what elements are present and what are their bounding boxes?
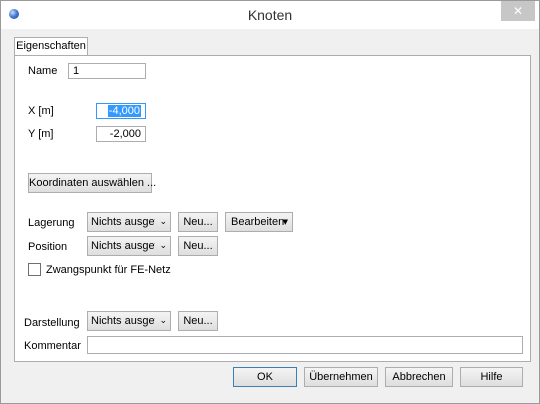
window-title: Knoten [247,7,293,23]
dialog-window: Knoten ✕ Eigenschaften Name 1 X [m] -4,0… [0,0,540,404]
x-coordinate-value: -4,000 [107,105,141,117]
lagerung-edit-button[interactable]: Bearbeiten ▼ [225,212,293,232]
y-coordinate-field[interactable]: -2,000 [96,126,146,142]
select-coordinates-button[interactable]: Koordinaten auswählen ... [28,173,156,193]
position-dropdown-value: Nichts ausgewählt [91,240,155,252]
darstellung-dropdown[interactable]: Nichts ausgewählt ⌄ [87,311,171,331]
kommentar-label: Kommentar [24,340,81,352]
zwangspunkt-checkbox[interactable] [28,263,41,276]
lagerung-dropdown[interactable]: Nichts ausgewählt ⌄ [87,212,171,232]
name-label: Name [28,65,58,77]
title-bar: Knoten ✕ [1,1,539,29]
chevron-down-icon: ⌄ [159,241,167,251]
help-button[interactable]: Hilfe [460,367,523,387]
cancel-button[interactable]: Abbrechen [385,367,453,387]
close-icon[interactable]: ✕ [501,1,535,21]
kommentar-field[interactable] [87,336,523,354]
apply-button[interactable]: Übernehmen [304,367,378,387]
darstellung-new-button[interactable]: Neu... [178,311,218,331]
zwangspunkt-label: Zwangspunkt für FE-Netz [46,264,171,276]
lagerung-label: Lagerung [28,217,75,229]
lagerung-dropdown-value: Nichts ausgewählt [91,216,155,228]
tab-eigenschaften[interactable]: Eigenschaften [14,37,88,56]
darstellung-dropdown-value: Nichts ausgewählt [91,315,155,327]
ok-button[interactable]: OK [233,367,297,387]
position-new-button[interactable]: Neu... [178,236,218,256]
caret-down-icon: ▼ [282,218,288,226]
position-dropdown[interactable]: Nichts ausgewählt ⌄ [87,236,171,256]
darstellung-label: Darstellung [24,317,80,329]
lagerung-new-button[interactable]: Neu... [178,212,218,232]
tab-panel: Name 1 X [m] -4,000 Y [m] -2,000 Koordin… [14,55,531,362]
lagerung-edit-label: Bearbeiten [231,216,285,228]
name-field[interactable]: 1 [68,63,146,79]
position-label: Position [28,241,68,253]
x-coordinate-field[interactable]: -4,000 [96,103,146,119]
x-label: X [m] [28,105,54,117]
chevron-down-icon: ⌄ [159,316,167,326]
chevron-down-icon: ⌄ [159,217,167,227]
y-label: Y [m] [28,128,54,140]
